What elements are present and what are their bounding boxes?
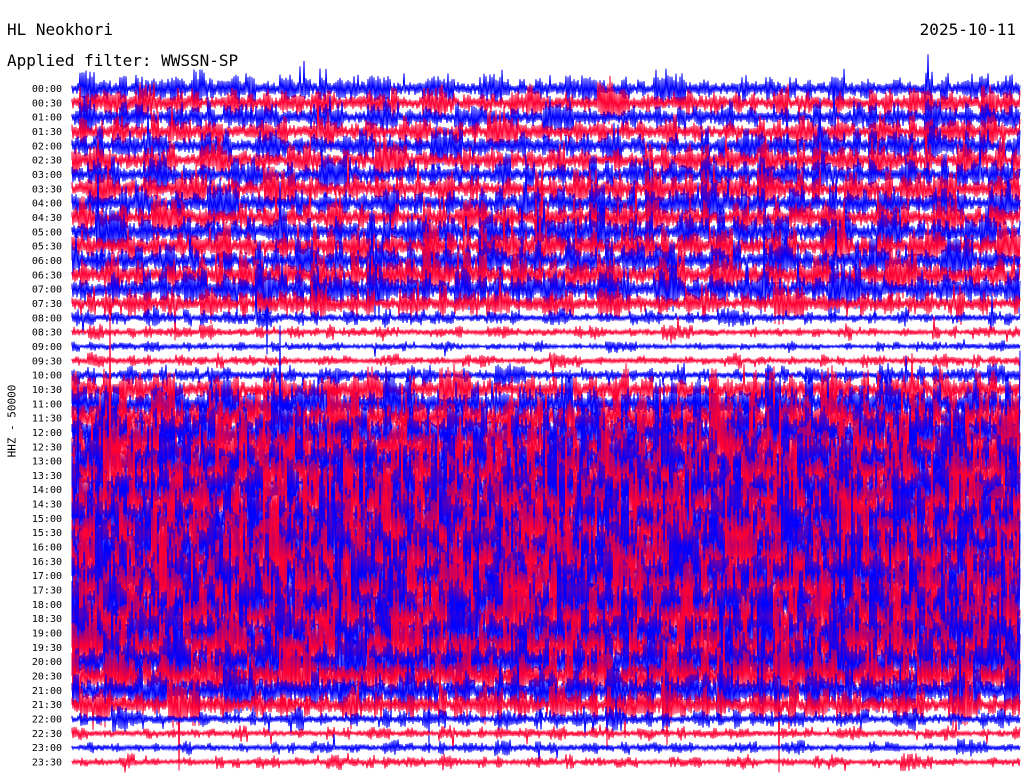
time-tick-label: 04:00 — [32, 199, 62, 210]
time-tick-label: 12:30 — [32, 442, 62, 453]
time-tick-label: 20:30 — [32, 672, 62, 683]
time-tick-label: 15:30 — [32, 528, 62, 539]
time-tick-label: 03:00 — [32, 170, 62, 181]
time-tick-label: 21:30 — [32, 700, 62, 711]
trace-line — [71, 316, 1021, 344]
time-tick-labels: 00:00 00:30 01:00 01:30 02:00 02:30 03:00 03:30… — [32, 84, 62, 769]
time-tick-label: 14:00 — [32, 485, 62, 496]
time-tick-label: 15:00 — [32, 514, 62, 525]
time-tick-label: 06:30 — [32, 270, 62, 281]
time-tick-label: 01:00 — [32, 113, 62, 124]
time-tick-label: 22:00 — [32, 715, 62, 726]
time-tick-label: 05:30 — [32, 242, 62, 253]
time-tick-label: 23:00 — [32, 743, 62, 754]
time-tick-label: 17:30 — [32, 586, 62, 597]
trace-lines — [71, 54, 1021, 773]
time-tick-label: 03:30 — [32, 184, 62, 195]
time-tick-label: 09:30 — [32, 356, 62, 367]
time-tick-label: 05:00 — [32, 227, 62, 238]
time-tick-label: 17:00 — [32, 571, 62, 582]
time-tick-label: 13:30 — [32, 471, 62, 482]
time-tick-label: 18:00 — [32, 600, 62, 611]
time-tick-label: 02:00 — [32, 141, 62, 152]
time-tick-label: 08:00 — [32, 313, 62, 324]
time-tick-label: 08:30 — [32, 328, 62, 339]
time-tick-label: 23:30 — [32, 758, 62, 769]
time-tick-label: 04:30 — [32, 213, 62, 224]
time-tick-label: 11:30 — [32, 414, 62, 425]
time-tick-label: 00:30 — [32, 98, 62, 109]
time-tick-label: 16:30 — [32, 557, 62, 568]
time-tick-label: 10:30 — [32, 385, 62, 396]
time-tick-label: 18:30 — [32, 614, 62, 625]
time-tick-label: 19:30 — [32, 643, 62, 654]
time-tick-label: 20:00 — [32, 657, 62, 668]
time-tick-label: 06:00 — [32, 256, 62, 267]
time-tick-label: 09:00 — [32, 342, 62, 353]
time-tick-label: 16:00 — [32, 543, 62, 554]
time-tick-label: 07:00 — [32, 285, 62, 296]
filter-label: Applied filter: WWSSN-SP — [7, 51, 239, 70]
trace-line — [71, 339, 1021, 357]
helicorder-plot: 00:00 00:30 01:00 01:30 02:00 02:30 03:00 03:30… — [32, 54, 1021, 773]
time-tick-label: 21:00 — [32, 686, 62, 697]
time-tick-label: 02:30 — [32, 156, 62, 167]
time-tick-label: 00:00 — [32, 84, 62, 95]
time-tick-label: 14:30 — [32, 500, 62, 511]
time-tick-label: 13:00 — [32, 457, 62, 468]
time-tick-label: 10:00 — [32, 371, 62, 382]
time-tick-label: 19:00 — [32, 629, 62, 640]
time-tick-label: 01:30 — [32, 127, 62, 138]
time-tick-label: 07:30 — [32, 299, 62, 310]
time-tick-label: 11:00 — [32, 399, 62, 410]
trace-line — [71, 733, 1021, 763]
trace-line — [71, 752, 1021, 773]
time-tick-label: 12:00 — [32, 428, 62, 439]
time-tick-label: 22:30 — [32, 729, 62, 740]
